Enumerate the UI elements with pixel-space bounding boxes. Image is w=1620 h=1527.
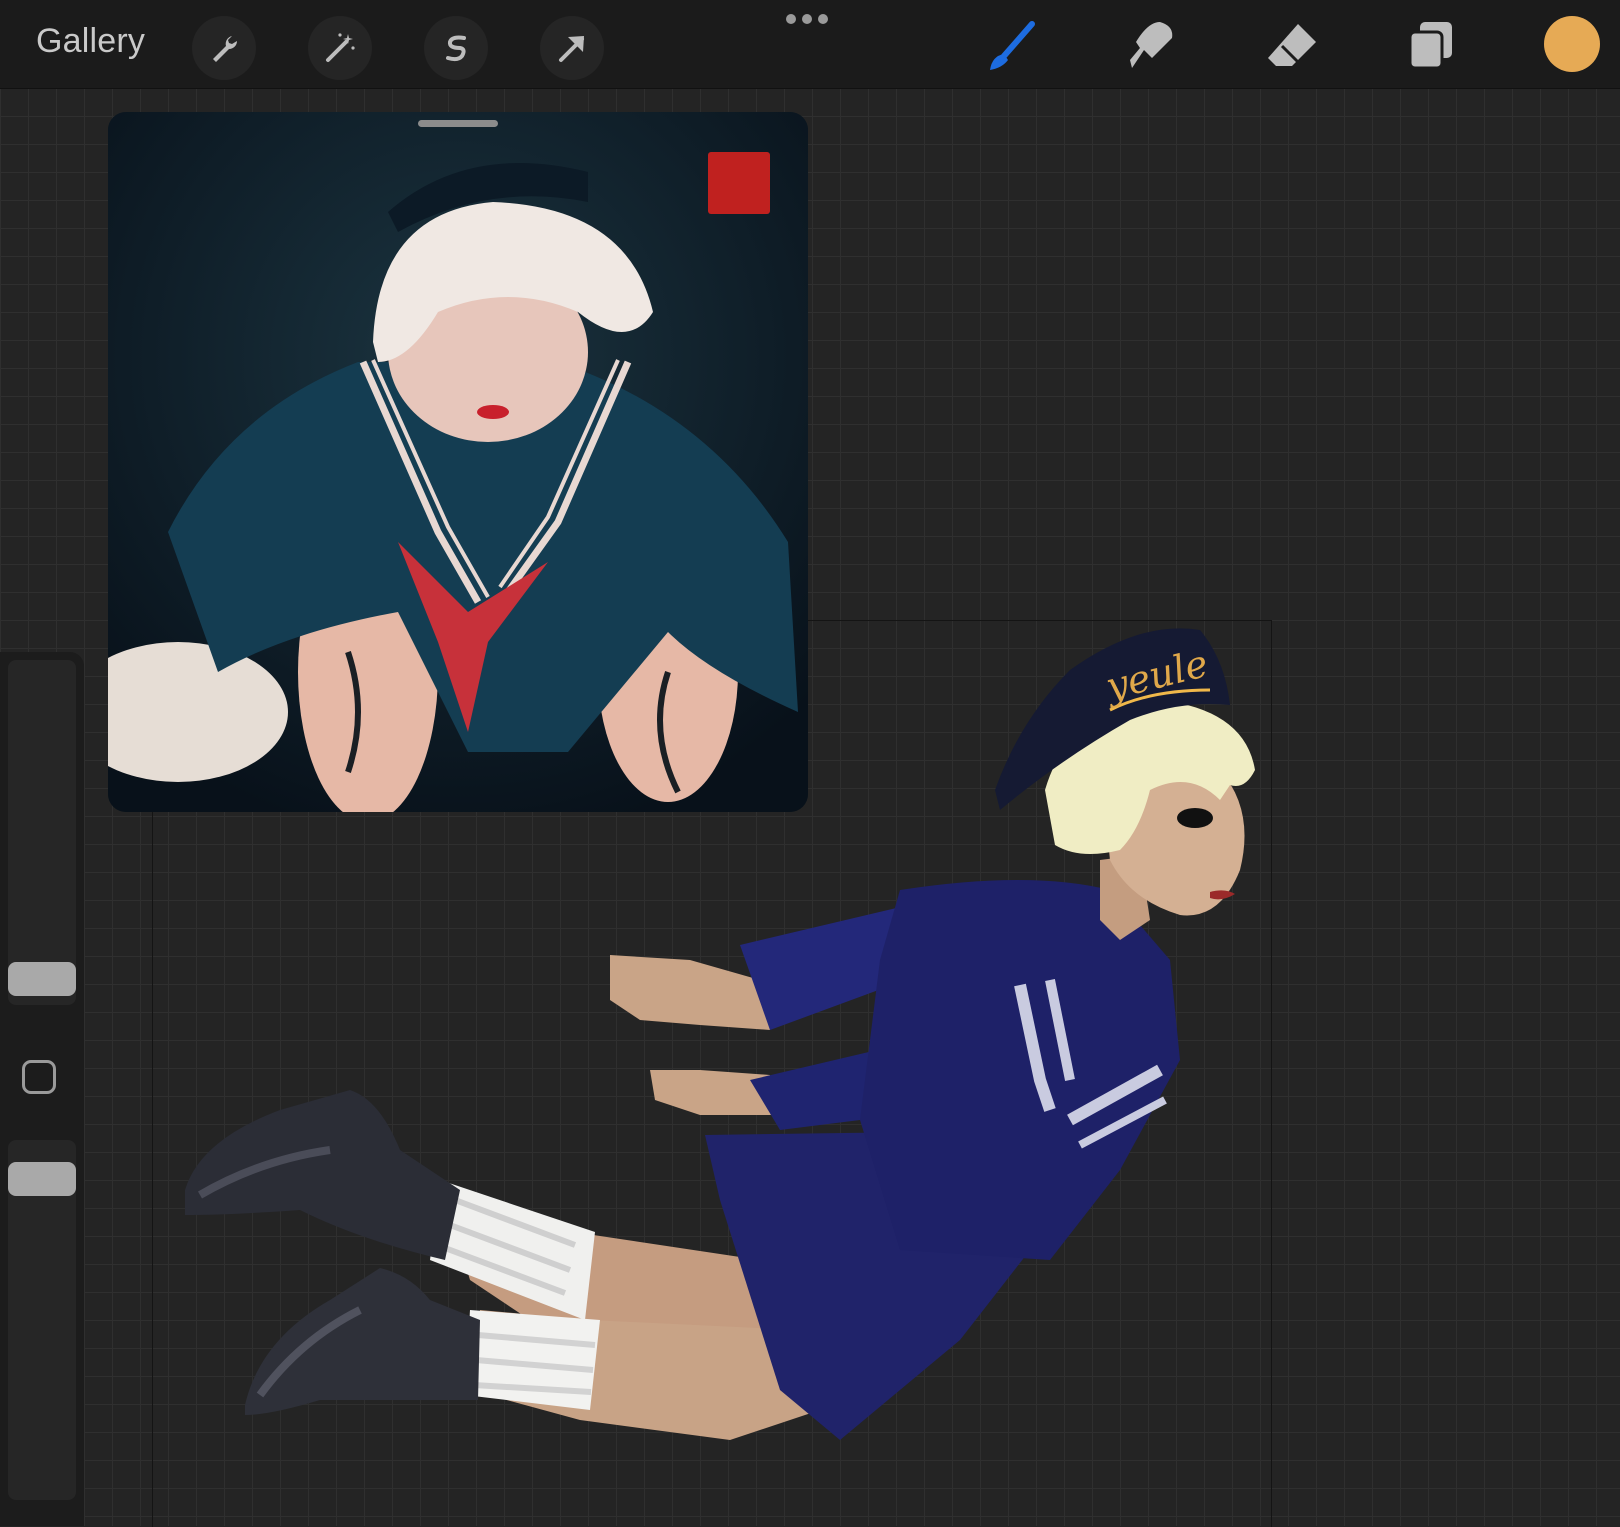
brush-size-handle[interactable] bbox=[8, 962, 76, 996]
more-dots-icon[interactable] bbox=[786, 14, 828, 24]
top-toolbar: Gallery bbox=[0, 0, 1620, 89]
adjustments-button[interactable] bbox=[308, 16, 372, 80]
wrench-icon bbox=[213, 36, 237, 62]
eraser-tool-button[interactable] bbox=[1260, 14, 1324, 78]
smudge-icon bbox=[1130, 22, 1173, 68]
selection-icon bbox=[446, 35, 466, 62]
brush-opacity-handle[interactable] bbox=[8, 1162, 76, 1196]
layers-button[interactable] bbox=[1400, 14, 1464, 78]
layers-icon bbox=[1408, 22, 1452, 70]
selection-button[interactable] bbox=[424, 16, 488, 80]
seal-stamp bbox=[708, 152, 770, 214]
eraser-icon bbox=[1268, 24, 1316, 66]
brush-tool-button[interactable] bbox=[980, 14, 1044, 78]
color-picker-button[interactable] bbox=[1544, 16, 1600, 72]
smudge-tool-button[interactable] bbox=[1120, 14, 1184, 78]
modify-square-button[interactable] bbox=[22, 1060, 56, 1094]
actions-button[interactable] bbox=[192, 16, 256, 80]
brush-size-slider[interactable] bbox=[8, 660, 76, 1005]
transform-button[interactable] bbox=[540, 16, 604, 80]
reference-photo bbox=[108, 112, 808, 812]
reference-drag-handle[interactable] bbox=[418, 120, 498, 127]
magic-wand-icon bbox=[326, 33, 355, 62]
transform-arrow-icon bbox=[559, 36, 584, 62]
brush-icon bbox=[990, 21, 1035, 70]
gallery-button[interactable]: Gallery bbox=[36, 22, 145, 61]
reference-window[interactable] bbox=[108, 112, 808, 812]
